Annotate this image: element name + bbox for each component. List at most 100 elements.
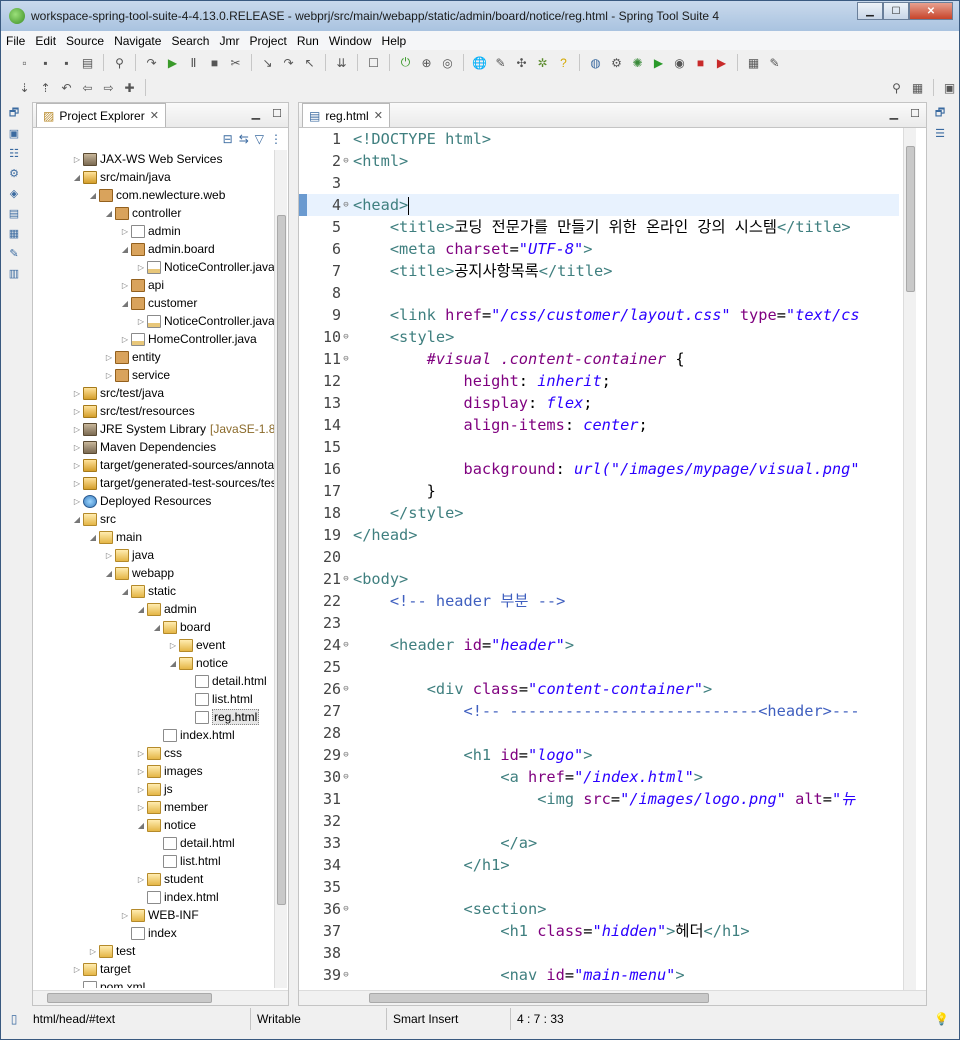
run-icon[interactable]: ▶ — [649, 53, 668, 72]
minimize-icon[interactable]: ▁ — [890, 107, 898, 120]
code-line[interactable]: 5 <title>코딩 전문가를 만들기 위한 온라인 강의 시스템</titl… — [299, 216, 899, 238]
tree-item[interactable]: ◢ controller — [33, 204, 276, 222]
code-line[interactable]: 27 <!-- ---------------------------<head… — [299, 700, 899, 722]
coverage-icon[interactable]: ◉ — [670, 53, 689, 72]
expand-arrow-icon[interactable]: ▷ — [167, 637, 179, 655]
link-with-editor-icon[interactable]: ⇆ — [239, 132, 249, 146]
tree-item[interactable]: detail.html — [33, 672, 276, 690]
code-line[interactable]: 36 ⊖ <section> — [299, 898, 899, 920]
code-line[interactable]: 2 ⊖ <html> — [299, 150, 899, 172]
tree-item[interactable]: ◢ board — [33, 618, 276, 636]
java-ee-icon[interactable]: ▣ — [940, 78, 959, 97]
close-icon[interactable]: ✕ — [374, 109, 383, 122]
tree-item[interactable]: ◢ admin — [33, 600, 276, 618]
close-button[interactable]: ✕ — [909, 2, 953, 20]
collapse-arrow-icon[interactable]: ◢ — [103, 205, 115, 223]
code-line[interactable]: 31 <img src="/images/logo.png" alt="뉴 — [299, 788, 899, 810]
expand-arrow-icon[interactable]: ▷ — [119, 907, 131, 925]
step-into-icon[interactable]: ↘ — [258, 53, 277, 72]
skip-icon[interactable]: ↷ — [142, 53, 161, 72]
code-line[interactable]: 23 — [299, 612, 899, 634]
tree-item[interactable]: ◢ com.newlecture.web — [33, 186, 276, 204]
save-all-icon[interactable]: ▪ — [57, 53, 76, 72]
code-line[interactable]: 25 — [299, 656, 899, 678]
tree-item[interactable]: ▷ target/generated-sources/annotatio — [33, 456, 276, 474]
maximize-icon[interactable]: ☐ — [272, 107, 282, 120]
expand-arrow-icon[interactable]: ▷ — [103, 349, 115, 367]
code-line[interactable]: 1 <!DOCTYPE html> — [299, 128, 899, 150]
tree-item[interactable]: ▷ api — [33, 276, 276, 294]
menu-search[interactable]: Search — [166, 34, 214, 48]
code-line[interactable]: 9 <link href="/css/customer/layout.css" … — [299, 304, 899, 326]
collapse-arrow-icon[interactable]: ◢ — [135, 601, 147, 619]
scrollbar-thumb[interactable] — [47, 993, 212, 1003]
next-annotation-icon[interactable]: ⇣ — [15, 78, 34, 97]
tree-item[interactable]: ▷ event — [33, 636, 276, 654]
tree-item[interactable]: ▷ css — [33, 744, 276, 762]
new-spring-project-icon[interactable]: ⊕ — [417, 53, 436, 72]
code-line[interactable]: 18 </style> — [299, 502, 899, 524]
collapse-arrow-icon[interactable]: ◢ — [71, 511, 83, 529]
tree-item[interactable]: list.html — [33, 852, 276, 870]
code-line[interactable]: 11 ⊖ #visual .content-container { — [299, 348, 899, 370]
new-icon[interactable]: ▫ — [15, 53, 34, 72]
expand-arrow-icon[interactable]: ▷ — [119, 223, 131, 241]
tree-item[interactable]: ◢ webapp — [33, 564, 276, 582]
forward-icon[interactable]: ⇨ — [99, 78, 118, 97]
menu-window[interactable]: Window — [324, 34, 377, 48]
collapse-arrow-icon[interactable]: ◢ — [167, 655, 179, 673]
code-line[interactable]: 29 ⊖ <h1 id="logo"> — [299, 744, 899, 766]
expand-arrow-icon[interactable]: ▷ — [71, 385, 83, 403]
minimize-button[interactable]: ▁ — [857, 2, 883, 20]
menu-source[interactable]: Source — [61, 34, 109, 48]
code-editor[interactable]: 1 <!DOCTYPE html> 2 ⊖ <html> 3 4 ⊖ <head> 5 <titl… — [299, 128, 899, 990]
tree-item[interactable]: ▷ src/test/resources — [33, 402, 276, 420]
new-java-class-icon[interactable]: ◎ — [438, 53, 457, 72]
code-line[interactable]: 3 — [299, 172, 899, 194]
menu-project[interactable]: Project — [244, 34, 291, 48]
expand-arrow-icon[interactable]: ▷ — [87, 943, 99, 961]
expand-arrow-icon[interactable]: ▷ — [71, 151, 83, 169]
expand-arrow-icon[interactable]: ▷ — [135, 259, 147, 277]
expand-arrow-icon[interactable]: ▷ — [135, 799, 147, 817]
code-line[interactable]: 12 height: inherit; — [299, 370, 899, 392]
collapse-arrow-icon[interactable]: ◢ — [87, 187, 99, 205]
gear-icon[interactable]: ⚙ — [607, 53, 626, 72]
collapse-all-icon[interactable]: ⊟ — [223, 132, 233, 146]
fold-toggle-icon[interactable]: ⊖ — [341, 194, 351, 216]
tree-item[interactable]: ◢ main — [33, 528, 276, 546]
tree-item[interactable]: ▷ test — [33, 942, 276, 960]
tool-icon[interactable]: ✎ — [3, 244, 25, 262]
calendar-icon[interactable]: ▥ — [3, 264, 25, 282]
code-line[interactable]: 14 align-items: center; — [299, 414, 899, 436]
expand-arrow-icon[interactable]: ▷ — [135, 871, 147, 889]
progress-icon[interactable]: ▦ — [3, 224, 25, 242]
tree-item[interactable]: ◢ notice — [33, 654, 276, 672]
tree-item[interactable]: pom.xml — [33, 978, 276, 988]
tree-item[interactable]: ▷ Deployed Resources — [33, 492, 276, 510]
tree-item[interactable]: ▷ NoticeController.java — [33, 258, 276, 276]
code-line[interactable]: 17 } — [299, 480, 899, 502]
tree-item[interactable]: ▷ WEB-INF — [33, 906, 276, 924]
code-line[interactable]: 8 — [299, 282, 899, 304]
step-return-icon[interactable]: ↖ — [300, 53, 319, 72]
tree-item[interactable]: ▷ target — [33, 960, 276, 978]
terminate-icon[interactable]: ■ — [205, 53, 224, 72]
external-tools-icon[interactable]: ▶ — [712, 53, 731, 72]
back-icon[interactable]: ⇦ — [78, 78, 97, 97]
step-over-icon[interactable]: ↷ — [279, 53, 298, 72]
ant-icon[interactable]: ✣ — [512, 53, 531, 72]
tree-item[interactable]: ▷ java — [33, 546, 276, 564]
console-icon[interactable]: ▤ — [3, 204, 25, 222]
map-icon[interactable]: ◈ — [3, 184, 25, 202]
code-line[interactable]: 20 — [299, 546, 899, 568]
code-line[interactable]: 35 — [299, 876, 899, 898]
code-line[interactable]: 6 <meta charset="UTF-8"> — [299, 238, 899, 260]
menu-navigate[interactable]: Navigate — [109, 34, 166, 48]
code-line[interactable]: 4 ⊖ <head> — [299, 194, 899, 216]
tree-item[interactable]: list.html — [33, 690, 276, 708]
save-icon[interactable]: ▪ — [36, 53, 55, 72]
perspective-icon[interactable]: ▦ — [908, 78, 927, 97]
fold-toggle-icon[interactable]: ⊖ — [341, 678, 351, 700]
tree-item[interactable]: ▷ student — [33, 870, 276, 888]
